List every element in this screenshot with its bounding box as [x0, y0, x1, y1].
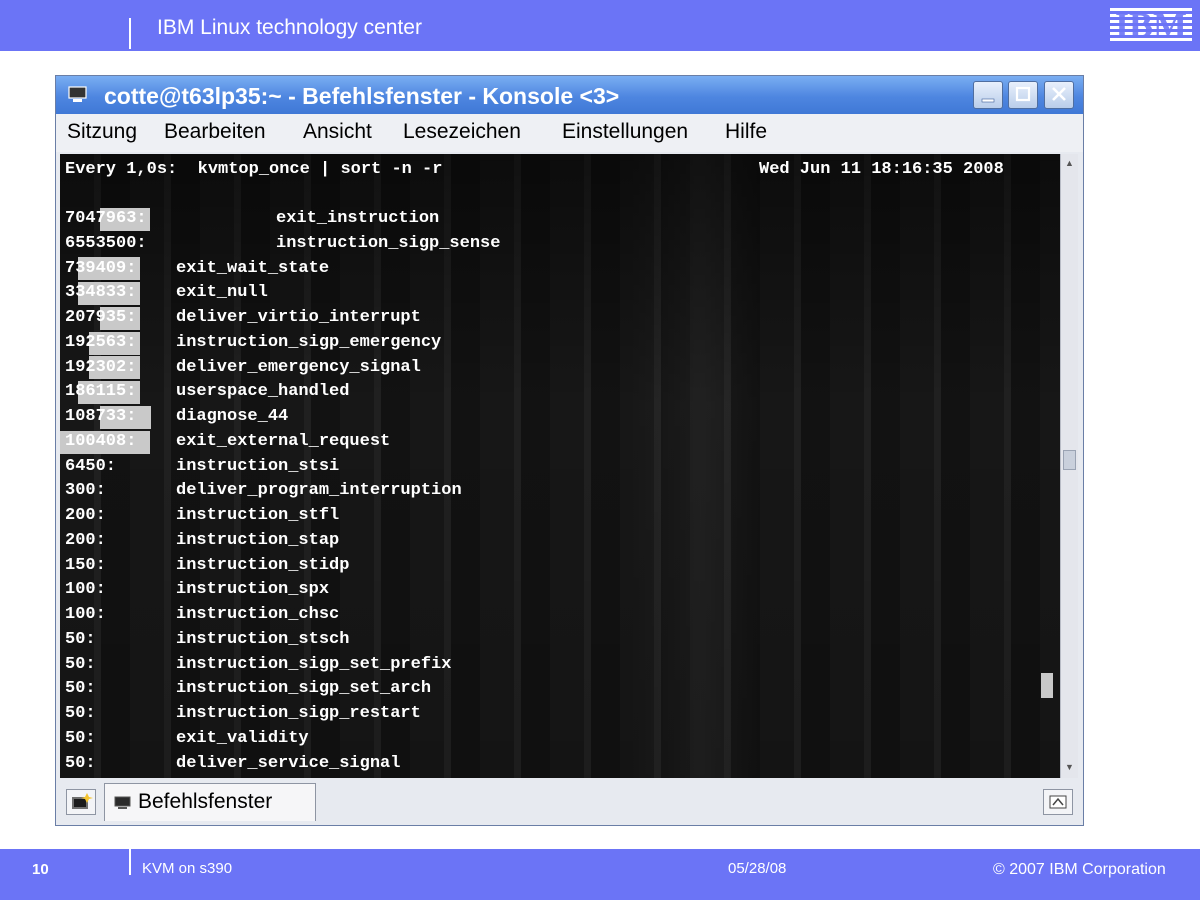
stat-name: exit_wait_state [176, 259, 330, 278]
stat-name: instruction_spx [176, 580, 330, 599]
stat-name: instruction_sigp_sense [276, 234, 501, 253]
stat-count: 50: [65, 679, 96, 698]
stat-count: 6553500: [65, 234, 147, 253]
window-title: cotte@t63lp35:~ - Befehlsfenster - Konso… [104, 83, 620, 109]
stat-count: 300: [65, 481, 106, 500]
window-titlebar[interactable]: cotte@t63lp35:~ - Befehlsfenster - Konso… [56, 76, 1083, 114]
terminal-icon [114, 796, 131, 809]
stat-count: 7047963: [65, 209, 147, 228]
stat-count: 100408: [65, 432, 137, 451]
stat-count: 200: [65, 531, 106, 550]
minimize-button[interactable] [973, 81, 1003, 109]
stat-count: 100: [65, 580, 106, 599]
terminal-icon [68, 86, 87, 102]
tab-bar: Befehlsfenster [56, 780, 1083, 825]
header-title: IBM Linux technology center [157, 16, 422, 39]
konsole-window: cotte@t63lp35:~ - Befehlsfenster - Konso… [55, 75, 1084, 826]
stat-count: 192302: [65, 358, 137, 377]
terminal-scrollbar[interactable]: ▲ ▼ [1060, 154, 1078, 778]
close-tab-icon [1049, 795, 1067, 809]
close-button[interactable] [1044, 81, 1074, 109]
stat-count: 50: [65, 754, 96, 773]
menu-bar: Sitzung Bearbeiten Ansicht Lesezeichen E… [56, 114, 1083, 152]
close-tab-button[interactable] [1043, 789, 1073, 815]
terminal-view[interactable]: Every 1,0s: kvmtop_once | sort -n -r Wed… [60, 154, 1060, 778]
scrollbar-thumb[interactable] [1063, 450, 1076, 470]
stat-count: 50: [65, 655, 96, 674]
stat-name: instruction_sigp_emergency [176, 333, 442, 352]
stat-name: instruction_chsc [176, 605, 340, 624]
slide-header: IBM Linux technology center IBM [0, 0, 1200, 51]
stat-count: 100: [65, 605, 106, 624]
stat-name: instruction_stap [176, 531, 340, 550]
stat-count: 6450: [65, 457, 117, 476]
close-icon [1052, 87, 1066, 101]
stat-name: exit_validity [176, 729, 309, 748]
stat-name: deliver_emergency_signal [176, 358, 421, 377]
footer-divider [129, 849, 131, 875]
stat-name: userspace_handled [176, 382, 350, 401]
stat-count: 150: [65, 556, 106, 575]
stat-count: 50: [65, 729, 96, 748]
page-number: 10 [32, 861, 49, 878]
stat-count: 50: [65, 630, 96, 649]
stat-count: 192563: [65, 333, 137, 352]
menu-sitzung[interactable]: Sitzung [67, 120, 137, 144]
stat-count: 186115: [65, 382, 137, 401]
maximize-icon [1015, 86, 1031, 102]
stat-count: 200: [65, 506, 106, 525]
stat-name: exit_null [176, 283, 268, 302]
menu-bearbeiten[interactable]: Bearbeiten [164, 120, 266, 144]
stat-name: instruction_sigp_set_prefix [176, 655, 452, 674]
menu-hilfe[interactable]: Hilfe [725, 120, 767, 144]
stat-name: instruction_sigp_set_arch [176, 679, 432, 698]
footer-date: 05/28/08 [728, 860, 787, 877]
stat-count: 334833: [65, 283, 137, 302]
stat-count: 50: [65, 704, 96, 723]
stat-count: 739409: [65, 259, 137, 278]
tab-befehlsfenster[interactable]: Befehlsfenster [104, 783, 316, 821]
new-tab-button[interactable] [66, 789, 96, 815]
menu-lesezeichen[interactable]: Lesezeichen [403, 120, 521, 144]
menu-ansicht[interactable]: Ansicht [303, 120, 372, 144]
terminal-cursor [1041, 673, 1053, 698]
watch-timestamp: Wed Jun 11 18:16:35 2008 [759, 160, 1004, 179]
stat-name: deliver_program_interruption [176, 481, 462, 500]
scroll-down-arrow-icon[interactable]: ▼ [1062, 760, 1077, 774]
maximize-button[interactable] [1008, 81, 1038, 109]
new-tab-icon [72, 793, 93, 809]
tab-label: Befehlsfenster [138, 790, 273, 813]
stat-name: instruction_stsch [176, 630, 350, 649]
stat-name: diagnose_44 [176, 407, 289, 426]
stat-name: instruction_stsi [176, 457, 340, 476]
header-divider [129, 18, 131, 49]
stat-count: 207935: [65, 308, 137, 327]
stat-name: instruction_sigp_restart [176, 704, 421, 723]
stat-name: exit_instruction [276, 209, 440, 228]
watch-command-line: Every 1,0s: kvmtop_once | sort -n -r [65, 160, 443, 179]
footer-copyright: © 2007 IBM Corporation [993, 861, 1166, 878]
stat-name: exit_external_request [176, 432, 391, 451]
svg-text:IBM: IBM [1115, 7, 1187, 41]
scroll-up-arrow-icon[interactable]: ▲ [1062, 156, 1077, 170]
stat-count: 108733: [65, 407, 137, 426]
stat-name: instruction_stfl [176, 506, 340, 525]
stat-name: instruction_stidp [176, 556, 350, 575]
stat-name: deliver_virtio_interrupt [176, 308, 421, 327]
minimize-icon [981, 98, 995, 103]
ibm-logo: IBM [1110, 7, 1192, 41]
slide-footer: 10 KVM on s390 05/28/08 © 2007 IBM Corpo… [0, 849, 1200, 900]
footer-title: KVM on s390 [142, 860, 233, 877]
stat-name: deliver_service_signal [176, 754, 401, 773]
menu-einstellungen[interactable]: Einstellungen [562, 120, 688, 144]
